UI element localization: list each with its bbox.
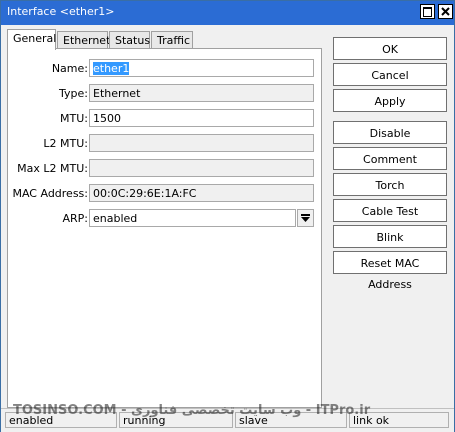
reset-mac-address-button[interactable]: Reset MAC Address	[333, 251, 447, 291]
name-input[interactable]: ether1	[89, 59, 314, 77]
max-l2-mtu-field	[89, 159, 314, 177]
apply-button[interactable]: Apply	[333, 89, 447, 112]
l2-mtu-row: L2 MTU:	[8, 134, 323, 152]
torch-button[interactable]: Torch	[333, 173, 447, 196]
close-icon[interactable]	[438, 4, 453, 19]
tab-general[interactable]: General	[7, 29, 56, 50]
arp-dropdown-button[interactable]	[297, 209, 314, 227]
maximize-icon[interactable]	[420, 4, 435, 19]
mtu-row: MTU: 1500	[8, 109, 323, 127]
comment-button[interactable]: Comment	[333, 147, 447, 170]
name-row: Name: ether1	[8, 59, 323, 77]
arp-row: ARP: enabled	[8, 209, 323, 227]
ok-button[interactable]: OK	[333, 37, 447, 60]
name-value: ether1	[93, 62, 130, 75]
l2-mtu-field	[89, 134, 314, 152]
tab-ethernet[interactable]: Ethernet	[57, 31, 110, 49]
window-title: Interface <ether1>	[7, 5, 115, 18]
disable-button[interactable]: Disable	[333, 121, 447, 144]
mtu-input[interactable]: 1500	[89, 109, 314, 127]
max-l2-mtu-row: Max L2 MTU:	[8, 159, 323, 177]
l2-mtu-label: L2 MTU:	[43, 137, 88, 150]
arrow-down-icon	[301, 214, 310, 222]
title-bar[interactable]: Interface <ether1>	[1, 1, 454, 25]
type-field: Ethernet	[89, 84, 314, 102]
type-label: Type:	[59, 87, 88, 100]
arp-label: ARP:	[62, 212, 88, 225]
name-label: Name:	[51, 62, 88, 75]
mac-address-row: MAC Address: 00:0C:29:6E:1A:FC	[8, 184, 323, 202]
tab-status[interactable]: Status	[109, 31, 150, 49]
type-row: Type: Ethernet	[8, 84, 323, 102]
max-l2-mtu-label: Max L2 MTU:	[17, 162, 88, 175]
mtu-label: MTU:	[60, 112, 88, 125]
watermark: TOSINSO.COM - وب سایت تخصصی فناوری - ITP…	[13, 403, 371, 418]
mac-address-field: 00:0C:29:6E:1A:FC	[89, 184, 314, 202]
arp-select[interactable]: enabled	[89, 209, 296, 227]
tab-traffic[interactable]: Traffic	[151, 31, 193, 49]
general-panel: Name: ether1 Type: Ethernet MTU: 1500 L2…	[7, 48, 322, 408]
blink-button[interactable]: Blink	[333, 225, 447, 248]
mac-address-label: MAC Address:	[12, 187, 88, 200]
cancel-button[interactable]: Cancel	[333, 63, 447, 86]
cable-test-button[interactable]: Cable Test	[333, 199, 447, 222]
interface-window: Interface <ether1> General Ethernet Stat…	[0, 0, 455, 432]
